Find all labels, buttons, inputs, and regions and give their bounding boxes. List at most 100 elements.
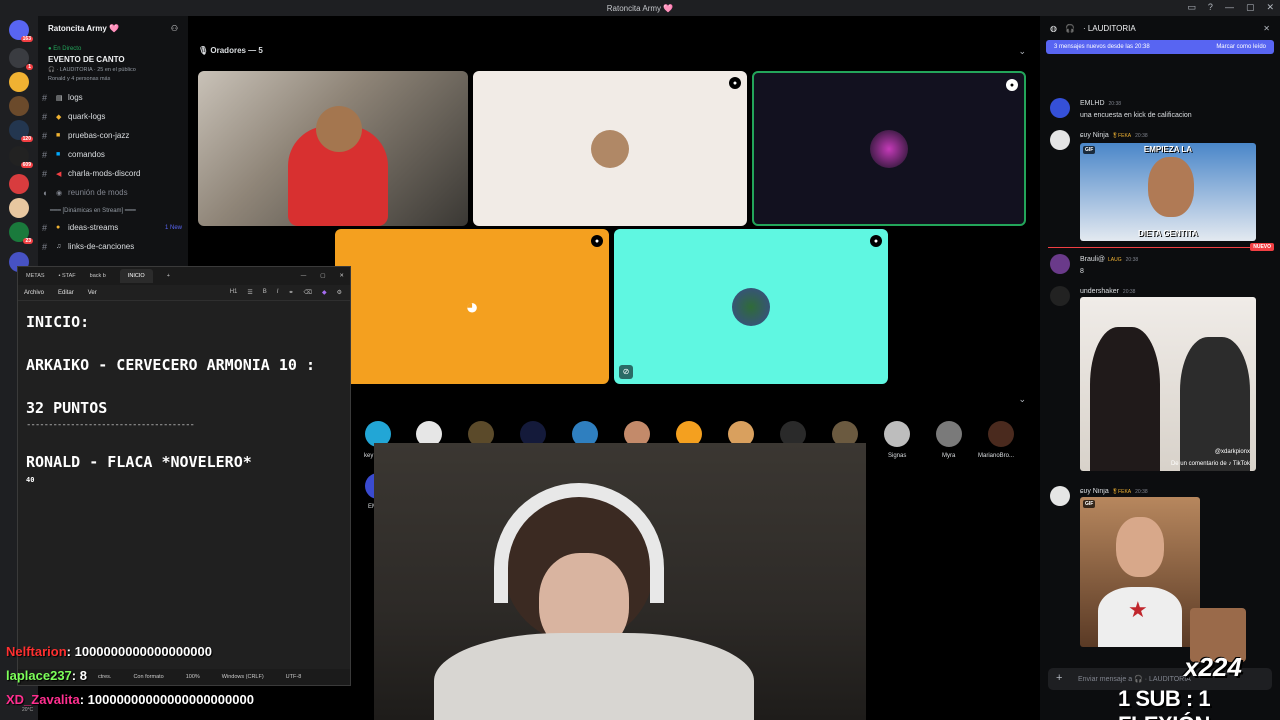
help-icon[interactable]: ? bbox=[1208, 2, 1213, 13]
new-messages-banner[interactable]: 3 mensajes nuevos desde las 20:38 Marcar… bbox=[1046, 40, 1274, 54]
tab-metas[interactable]: METAS bbox=[26, 273, 45, 279]
new-label: NUEVO bbox=[1250, 243, 1274, 251]
gif-attachment[interactable]: GIF ★ bbox=[1080, 497, 1200, 647]
speaker-status-icon: ● bbox=[870, 235, 882, 247]
message-author[interactable]: undershaker 20:38 bbox=[1080, 288, 1135, 295]
avatar[interactable] bbox=[1050, 130, 1070, 150]
add-member-icon[interactable]: ⚇ bbox=[171, 24, 178, 33]
bold-icon[interactable]: B bbox=[263, 289, 267, 296]
server-icon[interactable]: 23 bbox=[9, 222, 33, 244]
megaphone-icon: ◀ bbox=[56, 170, 62, 178]
avatar[interactable] bbox=[1050, 254, 1070, 274]
inbox-icon[interactable]: ▭ bbox=[1187, 2, 1196, 13]
live-event-card[interactable]: ● En Directo EVENTO DE CANTO 🎧 · LAUDITO… bbox=[44, 42, 182, 86]
image-handle: @xdarkpionx bbox=[1214, 449, 1250, 455]
discord-logo-icon: ◕ bbox=[465, 293, 479, 319]
category-dinamicas[interactable]: ━━━ [Dinámicas en Stream] ━━━ bbox=[38, 202, 188, 218]
add-attachment-icon[interactable]: + bbox=[1056, 672, 1062, 684]
bulb-icon: ● bbox=[56, 224, 61, 231]
window-titlebar: Ratoncita Army 🩷 ▭ ? — ▢ ✕ bbox=[0, 0, 1280, 16]
close-icon[interactable]: ✕ bbox=[1263, 24, 1270, 33]
channel-ideas-streams[interactable]: # ● ideas-streams 1 New bbox=[38, 218, 188, 237]
server-icon[interactable]: 1 bbox=[9, 48, 33, 70]
clear-format-icon[interactable]: ⌫ bbox=[304, 289, 312, 296]
avatar[interactable] bbox=[1050, 98, 1070, 118]
server-name: Ratoncita Army 🩷 bbox=[48, 23, 120, 33]
speaker-tile[interactable]: ● bbox=[473, 71, 747, 226]
tab-staf[interactable]: • STAF bbox=[59, 273, 76, 279]
audience-avatar[interactable] bbox=[884, 421, 910, 447]
copilot-icon[interactable]: ◆ bbox=[322, 289, 327, 296]
new-tab-icon[interactable]: + bbox=[167, 273, 170, 279]
server-icon[interactable]: 163 bbox=[9, 20, 33, 42]
message-author[interactable]: EMLHD 20:38 bbox=[1080, 100, 1121, 107]
format-toolbar: H1 ☰ B I ⚭ ⌫ ◆ ⚙ bbox=[230, 289, 350, 296]
event-host: 🎧 · LAUDITORIA · 25 en el público bbox=[48, 67, 136, 73]
audience-avatar[interactable] bbox=[936, 421, 962, 447]
message-author[interactable]: ɕυy Ninja 🎖FEKA 20:38 bbox=[1080, 488, 1148, 495]
tab-back[interactable]: back b bbox=[90, 273, 106, 279]
list-icon[interactable]: ☰ bbox=[247, 289, 252, 296]
message-author[interactable]: Brauli@ LAUG 20:38 bbox=[1080, 256, 1138, 263]
channel-pruebas-con-jazz[interactable]: # ■ pruebas-con-jazz bbox=[38, 126, 188, 145]
server-icon[interactable] bbox=[9, 174, 29, 194]
server-icon[interactable] bbox=[9, 72, 29, 92]
speaker-tile-active[interactable]: ● bbox=[752, 71, 1026, 226]
channel-sidebar: Ratoncita Army 🩷 ⚇ ● En Directo EVENTO D… bbox=[38, 16, 188, 266]
server-icon[interactable] bbox=[9, 96, 29, 116]
speaker-tile[interactable]: ● ⊘ bbox=[614, 229, 888, 384]
hash-icon: # bbox=[42, 130, 48, 141]
window-controls: ▭ ? — ▢ ✕ bbox=[1187, 2, 1274, 13]
close-button[interactable]: ✕ bbox=[1266, 2, 1274, 13]
speaker-status-icon: ● bbox=[1006, 79, 1018, 91]
log-icon: ▤ bbox=[56, 94, 63, 102]
speaker-video-tile[interactable] bbox=[198, 71, 468, 226]
server-icon[interactable]: 609 bbox=[9, 146, 33, 168]
chevron-down-icon[interactable]: ⌄ bbox=[1018, 46, 1026, 57]
speaker-status-icon: ● bbox=[591, 235, 603, 247]
server-icon[interactable]: 120 bbox=[9, 120, 33, 142]
server-header[interactable]: Ratoncita Army 🩷 ⚇ bbox=[38, 16, 188, 40]
message-author[interactable]: ɕυy Ninja 🎖FEKA 20:38 bbox=[1080, 132, 1148, 139]
maximize-button[interactable]: ▢ bbox=[1246, 2, 1255, 13]
event-people: Ronald y 4 personas más bbox=[48, 76, 111, 82]
speaker-avatar bbox=[732, 287, 770, 326]
avatar[interactable] bbox=[1050, 286, 1070, 306]
heading-select[interactable]: H1 bbox=[230, 289, 238, 296]
minimize-button[interactable]: — bbox=[1225, 2, 1234, 13]
close-button[interactable]: ✕ bbox=[339, 273, 350, 279]
italic-icon[interactable]: I bbox=[277, 289, 279, 296]
streamer-sweater bbox=[434, 633, 754, 720]
server-icon[interactable] bbox=[9, 198, 29, 218]
maximize-button[interactable]: ▢ bbox=[320, 273, 325, 279]
new-badge: 1 New bbox=[164, 224, 182, 231]
audience-name: MarianoBro... bbox=[978, 453, 1015, 459]
note-line: 40 bbox=[26, 476, 35, 484]
channel-reunion-de-mods[interactable]: ◖ ◉ reunión de mods bbox=[38, 183, 188, 202]
speaker-tile[interactable]: ● ◕ bbox=[335, 229, 609, 384]
menu-archivo[interactable]: Archivo bbox=[24, 290, 44, 296]
image-attachment[interactable]: @xdarkpionx De un comentario de ♪ TikTok bbox=[1080, 297, 1256, 471]
chevron-down-icon[interactable]: ⌄ bbox=[1018, 394, 1026, 405]
minimize-button[interactable]: — bbox=[301, 273, 307, 279]
channel-quark-logs[interactable]: # ◆ quark-logs bbox=[38, 107, 188, 126]
notepad-editor[interactable]: INICIO: ARKAIKO - CERVECERO ARMONIA 10 :… bbox=[18, 301, 350, 511]
menu-ver[interactable]: Ver bbox=[88, 290, 97, 296]
channel-logs[interactable]: # ▤ logs bbox=[38, 88, 188, 107]
channel-comandos[interactable]: # ■ comandos bbox=[38, 145, 188, 164]
tab-inicio[interactable]: INICIO bbox=[119, 269, 153, 283]
settings-icon[interactable]: ⚙ bbox=[337, 289, 342, 296]
menu-editar[interactable]: Editar bbox=[58, 290, 74, 296]
link-icon[interactable]: ⚭ bbox=[288, 289, 293, 296]
stream-chat-line: Nelftarion: 1000000000000000000 bbox=[6, 644, 212, 659]
audience-avatar[interactable] bbox=[988, 421, 1014, 447]
sub-multiplier: x224 bbox=[1184, 652, 1242, 682]
hash-icon: # bbox=[42, 222, 48, 233]
square-icon: ■ bbox=[56, 151, 61, 158]
channel-charla-mods-discord[interactable]: # ◀ charla-mods-discord bbox=[38, 164, 188, 183]
gif-attachment[interactable]: GIF EMPIEZA LA DIETA GENTITA bbox=[1080, 143, 1256, 241]
channel-links-de-canciones[interactable]: # ♫ links-de-canciones bbox=[38, 237, 188, 256]
mark-read-button[interactable]: Marcar como leído bbox=[1216, 44, 1266, 50]
sub-rule: 1 SUB : 1 FLEXIÓN bbox=[1118, 686, 1211, 720]
avatar[interactable] bbox=[1050, 486, 1070, 506]
